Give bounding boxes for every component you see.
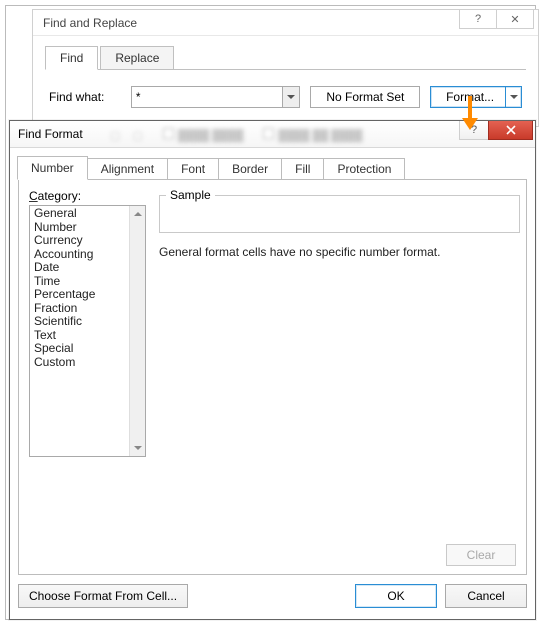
choose-format-from-cell-button[interactable]: Choose Format From Cell... xyxy=(18,584,188,608)
list-item[interactable]: Number xyxy=(32,221,128,235)
help-icon: ? xyxy=(471,124,477,136)
find-what-dropdown-button[interactable] xyxy=(282,87,299,107)
sample-label: Sample xyxy=(166,188,215,202)
find-format-dialog: Find Format ▢ ▢ ████ ████ ████ ██ ████ ?… xyxy=(9,120,536,620)
listbox-scrollbar[interactable] xyxy=(129,206,145,456)
list-item[interactable]: Custom xyxy=(32,356,128,370)
find-format-title: Find Format xyxy=(18,127,83,141)
list-item[interactable]: Currency xyxy=(32,234,128,248)
tab-font[interactable]: Font xyxy=(167,158,219,180)
find-format-footer: Choose Format From Cell... OK Cancel xyxy=(18,581,527,611)
chevron-down-icon xyxy=(287,95,295,99)
find-replace-title: Find and Replace xyxy=(43,16,137,30)
find-what-input[interactable]: * xyxy=(131,86,301,108)
tab-number[interactable]: Number xyxy=(17,156,88,180)
canvas: Find and Replace ? ✕ Find Replace Find w… xyxy=(5,5,536,620)
find-format-close-button[interactable] xyxy=(488,121,533,140)
list-item[interactable]: Accounting xyxy=(32,248,128,262)
find-format-help-button[interactable]: ? xyxy=(459,121,489,140)
tab-find[interactable]: Find xyxy=(45,46,98,70)
list-item[interactable]: General xyxy=(32,207,128,221)
ok-button[interactable]: OK xyxy=(355,584,437,608)
close-icon: ✕ xyxy=(510,13,519,26)
tab-fill[interactable]: Fill xyxy=(281,158,324,180)
find-what-label: Find what: xyxy=(49,90,121,104)
list-item[interactable]: Special xyxy=(32,342,128,356)
list-item[interactable]: Scientific xyxy=(32,315,128,329)
tab-alignment[interactable]: Alignment xyxy=(87,158,168,180)
list-item[interactable]: Time xyxy=(32,275,128,289)
find-replace-dialog: Find and Replace ? ✕ Find Replace Find w… xyxy=(32,9,539,127)
cancel-button[interactable]: Cancel xyxy=(445,584,527,608)
tab-replace[interactable]: Replace xyxy=(100,46,174,70)
find-replace-close-button[interactable]: ✕ xyxy=(496,10,534,29)
format-button-label: Format... xyxy=(446,90,494,104)
number-tab-panel: Category: General Number Currency Accoun… xyxy=(18,179,527,575)
clear-button[interactable]: Clear xyxy=(446,544,516,566)
scroll-up-button[interactable] xyxy=(130,206,145,222)
scroll-down-button[interactable] xyxy=(130,440,145,456)
format-button[interactable]: Format... xyxy=(430,86,522,108)
format-description: General format cells have no specific nu… xyxy=(159,245,520,259)
chevron-down-icon xyxy=(510,95,518,99)
tab-protection[interactable]: Protection xyxy=(323,158,405,180)
find-format-titlebar[interactable]: Find Format ▢ ▢ ████ ████ ████ ██ ████ ? xyxy=(10,121,535,148)
find-replace-help-button[interactable]: ? xyxy=(459,10,497,29)
find-replace-tabstrip: Find Replace xyxy=(45,46,526,70)
chevron-up-icon xyxy=(134,212,142,216)
background-blur: ▢ ▢ ████ ████ ████ ██ ████ xyxy=(110,123,455,147)
close-icon xyxy=(506,125,516,135)
find-format-tabstrip: Number Alignment Font Border Fill Protec… xyxy=(18,157,527,180)
list-item[interactable]: Percentage xyxy=(32,288,128,302)
no-format-set-display: No Format Set xyxy=(310,86,420,108)
format-button-dropdown[interactable] xyxy=(505,87,521,107)
list-item[interactable]: Text xyxy=(32,329,128,343)
list-item[interactable]: Fraction xyxy=(32,302,128,316)
chevron-down-icon xyxy=(134,446,142,450)
find-what-value: * xyxy=(136,90,141,104)
category-listbox[interactable]: General Number Currency Accounting Date … xyxy=(29,205,146,457)
category-list-items: General Number Currency Accounting Date … xyxy=(32,207,128,455)
sample-box: Sample xyxy=(159,195,520,233)
tab-border[interactable]: Border xyxy=(218,158,282,180)
help-icon: ? xyxy=(475,13,481,25)
list-item[interactable]: Date xyxy=(32,261,128,275)
find-replace-titlebar[interactable]: Find and Replace ? ✕ xyxy=(33,10,538,36)
